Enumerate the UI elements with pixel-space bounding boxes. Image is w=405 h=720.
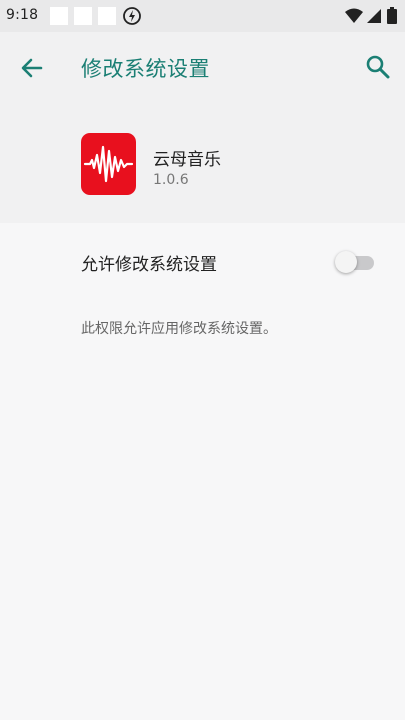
page-title: 修改系统设置	[81, 57, 210, 81]
battery-icon	[387, 7, 397, 24]
notification-box-icon	[74, 7, 92, 25]
arrow-back-icon[interactable]	[18, 54, 46, 82]
notification-box-icon	[98, 7, 116, 25]
status-time: 9:18	[6, 7, 39, 23]
wifi-icon	[345, 8, 363, 23]
app-version: 1.0.6	[153, 172, 189, 188]
permission-description: 此权限允许应用修改系统设置。	[81, 321, 277, 337]
permission-label: 允许修改系统设置	[81, 255, 217, 275]
waveform-icon	[83, 145, 134, 183]
app-name: 云母音乐	[153, 150, 221, 170]
app-icon	[81, 133, 136, 195]
notification-box-icon	[50, 7, 68, 25]
search-icon[interactable]	[364, 53, 392, 81]
app-header: 云母音乐 1.0.6	[0, 102, 405, 223]
charging-icon	[123, 7, 141, 25]
status-bar: 9:18	[0, 0, 405, 32]
permission-switch[interactable]	[335, 250, 377, 274]
permission-toggle-row[interactable]: 允许修改系统设置	[0, 230, 405, 292]
switch-thumb	[335, 251, 357, 273]
signal-icon	[367, 9, 381, 23]
app-bar: 修改系统设置	[0, 32, 405, 102]
screen: 9:18 修改系统设置 云母音乐 1.0.6 允许修改系统设置 此权限允许应用修…	[0, 0, 405, 720]
